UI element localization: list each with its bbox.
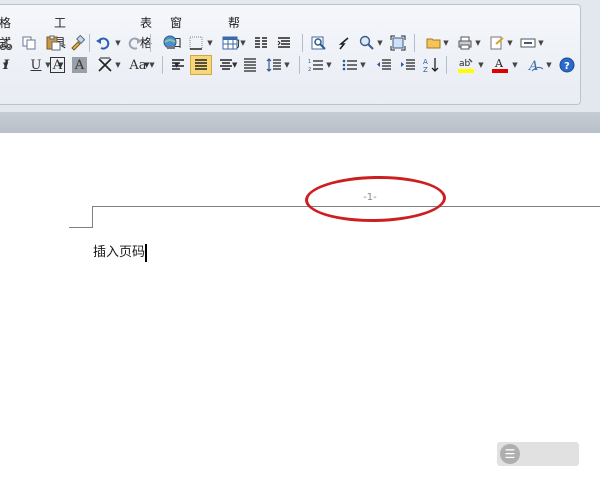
svg-text:A: A: [528, 59, 538, 73]
cut-icon[interactable]: [0, 33, 16, 53]
table-dropdown[interactable]: ▼: [238, 33, 248, 53]
decrease-indent-icon[interactable]: [374, 55, 394, 75]
format-painter-icon[interactable]: [67, 33, 87, 53]
border-dropdown[interactable]: ▼: [205, 33, 215, 53]
change-case-dropdown[interactable]: ▼: [147, 55, 157, 75]
application-chrome: 格式▼ 工具▼ 表格▼ 窗口▼ 帮助▼ ▼ ▼ ▼ ▼ ▼ ▼: [0, 0, 600, 112]
print-dropdown[interactable]: ▼: [473, 33, 483, 53]
formatting-toolbar: I U ▼ A A ▼ Aa ▼ ▼ 12 ▼ ▼ AZ ab ▼ A ▼ A …: [0, 53, 600, 77]
separator: [446, 56, 447, 74]
text-effect-dropdown[interactable]: ▼: [544, 55, 554, 75]
svg-text:A: A: [423, 58, 428, 66]
increase-indent-icon[interactable]: [398, 55, 418, 75]
italic-button[interactable]: I: [0, 55, 16, 75]
text-cursor: [145, 244, 148, 262]
svg-text:?: ?: [564, 61, 570, 72]
separator: [89, 34, 90, 52]
hyperlink-icon[interactable]: [160, 33, 180, 53]
justify-icon[interactable]: [190, 55, 212, 75]
underline-label: U: [30, 57, 42, 73]
separator: [162, 56, 163, 74]
redo-icon[interactable]: [126, 33, 146, 53]
menu-help[interactable]: 帮助▼: [228, 13, 240, 69]
align-center-icon[interactable]: [216, 55, 236, 75]
document-map-dropdown[interactable]: ▼: [505, 33, 515, 53]
separator: [299, 56, 300, 74]
bullets-icon[interactable]: [340, 55, 360, 75]
svg-text:2: 2: [308, 67, 311, 72]
menu-format[interactable]: 格式▼: [0, 13, 11, 69]
table-icon[interactable]: [220, 33, 240, 53]
change-case-label: Aa: [129, 57, 147, 73]
menu-window[interactable]: 窗口▼: [170, 13, 182, 69]
menu-tools[interactable]: 工具▼: [54, 13, 66, 69]
separator: [302, 34, 303, 52]
highlight-icon[interactable]: ab: [456, 55, 476, 75]
text-effect-icon[interactable]: A: [526, 55, 546, 75]
paste-icon[interactable]: [43, 33, 63, 53]
line-spacing-icon[interactable]: [264, 55, 284, 75]
folder-dropdown[interactable]: ▼: [441, 33, 451, 53]
textbox-dropdown[interactable]: ▼: [536, 33, 546, 53]
menu-table[interactable]: 表格▼: [140, 13, 152, 69]
svg-text:1: 1: [308, 59, 311, 65]
font-color-dropdown[interactable]: ▼: [510, 55, 520, 75]
char-border-label: A: [52, 57, 63, 73]
sort-icon[interactable]: AZ: [421, 55, 441, 75]
columns-icon[interactable]: [251, 33, 271, 53]
highlight-dropdown[interactable]: ▼: [476, 55, 486, 75]
help-icon[interactable]: ?: [557, 55, 577, 75]
undo-dropdown[interactable]: ▼: [113, 33, 123, 53]
border-icon[interactable]: [186, 33, 206, 53]
copy-icon[interactable]: [19, 33, 39, 53]
char-shading-button[interactable]: A: [72, 57, 87, 73]
svg-text:A: A: [494, 57, 504, 70]
undo-icon[interactable]: [93, 33, 113, 53]
navigation-icon[interactable]: [334, 33, 354, 53]
zoom-dropdown[interactable]: ▼: [375, 33, 385, 53]
separator: [150, 34, 151, 52]
svg-text:ab: ab: [459, 59, 471, 69]
line-spacing-dropdown[interactable]: ▼: [282, 55, 292, 75]
body-text-content: 插入页码: [93, 245, 146, 260]
watermark-logo: ☰: [497, 442, 579, 466]
italic-label: I: [2, 57, 10, 73]
numbering-icon[interactable]: 12: [306, 55, 326, 75]
zoom-icon[interactable]: [357, 33, 377, 53]
phonetic-guide-icon[interactable]: [95, 55, 115, 75]
document-body-text[interactable]: 插入页码: [93, 244, 148, 262]
fullscreen-icon[interactable]: [388, 33, 408, 53]
align-left-icon[interactable]: [168, 55, 188, 75]
standard-toolbar: ▼ ▼ ▼ ▼ ▼ ▼ ▼ ▼: [0, 31, 600, 55]
print-icon[interactable]: [455, 33, 475, 53]
textbox-icon[interactable]: [518, 33, 538, 53]
distributed-icon[interactable]: [240, 55, 260, 75]
font-color-icon[interactable]: A: [490, 55, 510, 75]
phonetic-dropdown[interactable]: ▼: [113, 55, 123, 75]
ruler-bar: [0, 112, 600, 133]
numbering-dropdown[interactable]: ▼: [324, 55, 334, 75]
svg-text:Z: Z: [423, 66, 428, 73]
find-icon[interactable]: [309, 33, 329, 53]
paragraph-mark-icon[interactable]: [274, 33, 294, 53]
separator: [414, 34, 415, 52]
bullets-dropdown[interactable]: ▼: [358, 55, 368, 75]
watermark-icon: ☰: [500, 444, 520, 464]
char-border-button[interactable]: A: [50, 57, 65, 73]
margin-marker-vertical: [92, 207, 93, 228]
document-map-icon[interactable]: [487, 33, 507, 53]
char-shading-label: A: [74, 57, 85, 73]
margin-marker-horizontal: [69, 227, 93, 228]
